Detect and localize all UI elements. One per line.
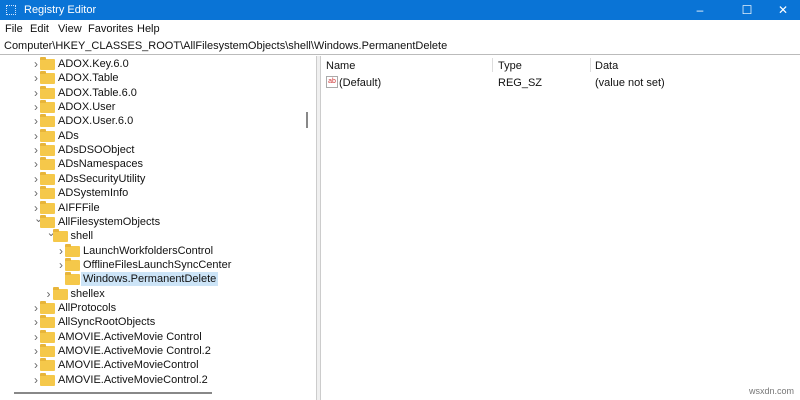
folder-icon <box>40 57 55 70</box>
tree-item-label: ADOX.User <box>58 101 116 114</box>
column-header-name[interactable]: Name <box>326 60 355 72</box>
tree-item-label: shellex <box>70 287 105 300</box>
tree-item[interactable]: › ADOX.Table.6.0 <box>0 85 300 100</box>
folder-icon <box>65 243 80 257</box>
tree-item-label: ADsDSOObject <box>58 144 135 157</box>
tree-item-label: Windows.PermanentDelete <box>81 272 219 287</box>
folder-icon <box>40 85 55 99</box>
address-bar[interactable]: Computer\HKEY_CLASSES_ROOT\AllFilesystem… <box>0 38 800 55</box>
tree-item[interactable]: ⌄ AllFilesystemObjects <box>0 213 300 229</box>
tree-item-label: ADs <box>58 129 79 142</box>
title-bar: Registry Editor – ☐ ✕ <box>0 0 800 20</box>
tree-item[interactable]: › AMOVIE.ActiveMovieControl.2 <box>0 372 300 387</box>
tree-item-label: AllSyncRootObjects <box>58 316 156 329</box>
pane-splitter[interactable] <box>317 56 321 400</box>
tree-item[interactable]: › ADOX.User.6.0 <box>0 114 300 128</box>
menu-bar: File Edit View Favorites Help <box>0 20 800 38</box>
tree-item-label: AllFilesystemObjects <box>58 215 161 228</box>
tree-item[interactable]: › AMOVIE.ActiveMovie Control.2 <box>0 344 300 358</box>
tree-item[interactable]: › ADsDSOObject <box>0 143 300 157</box>
tree-item-label: AMOVIE.ActiveMovie Control.2 <box>58 345 211 357</box>
tree-item-label: ADSystemInfo <box>58 187 129 200</box>
watermark: wsxdn.com <box>748 386 794 396</box>
tree-item-label: ADOX.Key.6.0 <box>58 58 129 70</box>
tree-item-label: OfflineFilesLaunchSyncCenter <box>83 258 232 271</box>
tree-item-label: LaunchWorkfoldersControl <box>83 244 214 257</box>
folder-icon <box>40 329 55 343</box>
maximize-button[interactable]: ☐ <box>727 0 767 20</box>
tree-item[interactable]: ⌄ shell <box>0 227 300 243</box>
menu-edit[interactable]: Edit <box>30 23 49 35</box>
folder-icon <box>40 344 55 357</box>
value-name: (Default) <box>339 77 382 89</box>
menu-file[interactable]: File <box>5 23 23 35</box>
tree-item[interactable]: › AllProtocols <box>0 300 300 315</box>
folder-icon <box>40 71 55 85</box>
tree-vertical-scrollbar[interactable] <box>306 112 308 128</box>
folder-icon <box>40 114 55 128</box>
tree-item-label: ADOX.Table <box>58 72 119 85</box>
tree-item[interactable]: › LaunchWorkfoldersControl <box>0 243 300 258</box>
tree-item-label: ADOX.User.6.0 <box>58 115 134 128</box>
tree-item[interactable]: › AIFFFile <box>0 200 300 215</box>
tree-item[interactable]: › ADs <box>0 128 300 143</box>
close-button[interactable]: ✕ <box>763 0 800 20</box>
tree-item-label: ADsSecurityUtility <box>58 172 146 185</box>
value-type: REG_SZ <box>498 77 543 89</box>
tree-item-label: AMOVIE.ActiveMovieControl <box>58 359 199 372</box>
menu-favorites[interactable]: Favorites <box>88 23 133 35</box>
tree-item[interactable]: › AMOVIE.ActiveMovieControl <box>0 358 300 372</box>
tree-item[interactable]: › ADOX.Key.6.0 <box>0 57 300 71</box>
tree-item[interactable]: › ADOX.Table <box>0 71 300 85</box>
tree-item-label: ADOX.Table.6.0 <box>58 86 137 99</box>
tree-item[interactable]: › AllSyncRootObjects <box>0 315 300 329</box>
tree-item[interactable]: › ADSystemInfo <box>0 186 300 200</box>
column-header-data[interactable]: Data <box>595 60 618 72</box>
folder-icon <box>40 157 55 171</box>
folder-icon <box>40 358 55 372</box>
window-title: Registry Editor <box>24 4 97 16</box>
folder-icon <box>52 286 68 300</box>
tree-item-label: ADsNamespaces <box>58 158 143 171</box>
folder-icon <box>40 300 55 314</box>
tree-item[interactable]: › OfflineFilesLaunchSyncCenter <box>0 257 300 272</box>
registry-editor-icon <box>6 5 16 15</box>
folder-icon <box>40 171 55 185</box>
tree-item[interactable]: › AMOVIE.ActiveMovie Control <box>0 329 300 344</box>
tree-item-label: AMOVIE.ActiveMovieControl.2 <box>58 373 208 386</box>
tree-horizontal-scrollbar[interactable] <box>14 392 212 394</box>
string-value-icon: ab <box>326 76 338 88</box>
folder-icon <box>65 257 80 271</box>
folder-icon <box>40 372 55 386</box>
key-tree[interactable]: › ADOX.Key.6.0 › ADOX.Table › ADOX.Table.6.0 ›… <box>0 56 317 400</box>
menu-view[interactable]: View <box>58 23 82 35</box>
folder-icon <box>40 200 55 214</box>
tree-item[interactable]: › shellex <box>0 286 300 301</box>
menu-help[interactable]: Help <box>137 23 160 35</box>
folder-icon <box>40 315 55 329</box>
folder-icon <box>40 186 55 200</box>
tree-item[interactable]: Windows.PermanentDelete <box>0 272 300 287</box>
tree-item-label: AllProtocols <box>58 301 117 314</box>
folder-icon <box>52 229 68 243</box>
folder-icon <box>65 272 80 286</box>
folder-icon <box>40 100 55 114</box>
column-header-type[interactable]: Type <box>498 60 522 72</box>
tree-item[interactable]: › ADOX.User <box>0 100 300 114</box>
tree-item[interactable]: › ADsSecurityUtility <box>0 171 300 186</box>
tree-item-label: AMOVIE.ActiveMovie Control <box>58 330 202 343</box>
column-divider[interactable] <box>492 58 493 72</box>
tree-item[interactable]: › ADsNamespaces <box>0 157 300 171</box>
folder-icon <box>40 143 55 157</box>
minimize-button[interactable]: – <box>680 0 720 20</box>
value-data: (value not set) <box>595 77 665 89</box>
tree-item-label: shell <box>70 230 94 243</box>
tree-item-label: AIFFFile <box>58 201 100 214</box>
values-pane: Name Type Data ab (Default) REG_SZ (valu… <box>322 56 800 400</box>
column-divider[interactable] <box>590 58 591 72</box>
folder-icon <box>40 128 55 142</box>
